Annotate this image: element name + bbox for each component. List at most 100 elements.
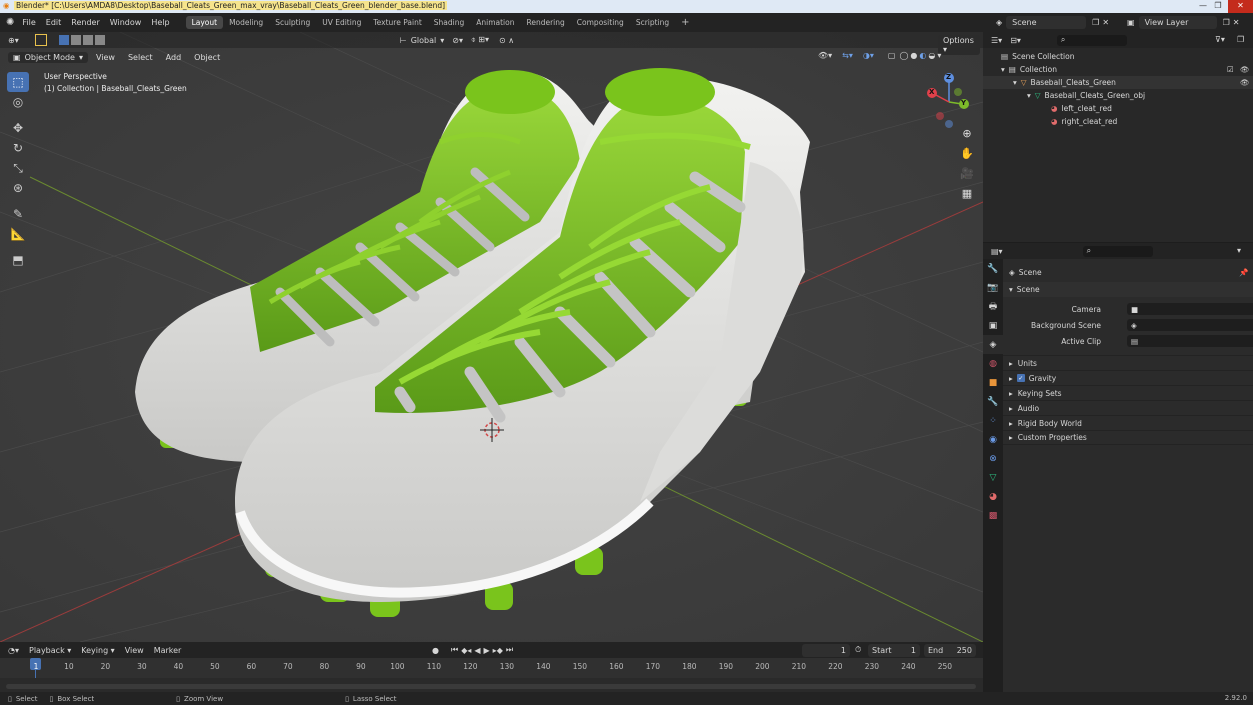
panel-rigid-body-world[interactable]: ▸ Rigid Body World <box>1003 415 1253 430</box>
panel-keying-sets[interactable]: ▸ Keying Sets <box>1003 385 1253 400</box>
clock-icon[interactable]: ⏱ <box>855 645 861 655</box>
move-tool-icon[interactable]: ✥ <box>7 118 29 138</box>
expand-arrow-icon[interactable]: ▾ <box>1027 91 1031 100</box>
perspective-toggle-icon[interactable]: ▦ <box>958 184 976 202</box>
tab-compositing[interactable]: Compositing <box>571 16 630 29</box>
new-scene-icon[interactable]: ❐ <box>1092 18 1099 27</box>
select-mode-icon[interactable] <box>34 34 47 46</box>
active-clip-field[interactable]: ▤ <box>1127 335 1253 347</box>
current-frame-field[interactable]: 1 <box>802 644 850 657</box>
menu-edit[interactable]: Edit <box>46 18 62 27</box>
panel-scene-header[interactable]: ▾ Scene <box>1003 282 1253 297</box>
add-workspace-icon[interactable]: + <box>675 15 695 30</box>
eye-icon[interactable]: 👁 <box>1240 65 1250 74</box>
measure-tool-icon[interactable]: 📐 <box>7 224 29 244</box>
menu-help[interactable]: Help <box>151 18 169 27</box>
menu-window[interactable]: Window <box>110 18 142 27</box>
object-tab-icon[interactable]: ■ <box>983 373 1003 392</box>
shading-solid-icon[interactable]: ● <box>910 51 917 60</box>
properties-search-input[interactable]: ⌕ <box>1082 245 1153 257</box>
menu-keying[interactable]: Keying ▾ <box>81 646 114 655</box>
outliner-row-mesh[interactable]: ▾ ▽ Baseball_Cleats_Green_obj <box>983 89 1253 102</box>
panel-custom-properties[interactable]: ▸ Custom Properties <box>1003 430 1253 445</box>
pin-icon[interactable]: 📌 <box>1239 268 1248 277</box>
add-cube-tool-icon[interactable]: ⬒ <box>7 250 29 270</box>
mode-extend-icon[interactable] <box>70 35 81 45</box>
play-reverse-icon[interactable]: ◀ <box>474 646 480 655</box>
material-tab-icon[interactable]: ◕ <box>983 487 1003 506</box>
outliner-editor-icon[interactable]: ☰▾ <box>991 36 1002 45</box>
new-view-layer-icon[interactable]: ❐ <box>1223 18 1230 27</box>
tab-modeling[interactable]: Modeling <box>223 16 269 29</box>
delete-view-layer-icon[interactable]: ✕ <box>1233 18 1240 27</box>
menu-file[interactable]: File <box>22 18 35 27</box>
outliner-row-material[interactable]: ◕ left_cleat_red <box>983 102 1253 115</box>
transform-orientation[interactable]: ⊢ Global ▾ <box>400 36 445 45</box>
menu-view[interactable]: View <box>125 646 144 655</box>
transform-tool-icon[interactable]: ⊛ <box>7 178 29 198</box>
physics-tab-icon[interactable]: ◉ <box>983 430 1003 449</box>
menu-marker[interactable]: Marker <box>154 646 182 655</box>
display-mode-icon[interactable]: ⊟▾ <box>1010 36 1021 45</box>
tool-tab-icon[interactable]: 🔧 <box>983 259 1003 278</box>
outliner-row-object[interactable]: ▾ ▽ Baseball_Cleats_Green 👁 <box>983 76 1253 89</box>
constraints-tab-icon[interactable]: ⊗ <box>983 449 1003 468</box>
gravity-checkbox[interactable]: ✓ <box>1016 374 1025 382</box>
menu-add[interactable]: Add <box>161 52 187 63</box>
timeline-editor-icon[interactable]: ◔▾ <box>8 646 19 655</box>
shading-rendered-icon[interactable]: ◒ <box>928 51 935 60</box>
minimize-button[interactable]: — <box>1196 0 1210 13</box>
tab-rendering[interactable]: Rendering <box>520 16 570 29</box>
camera-view-icon[interactable]: 🎥 <box>958 164 976 182</box>
mode-new-icon[interactable] <box>58 35 69 45</box>
scene-tab-icon[interactable]: ◈ <box>983 335 1003 354</box>
snap-icon[interactable]: ⌽ ⊞▾ <box>471 35 489 45</box>
view-layer-field[interactable]: View Layer <box>1138 16 1217 29</box>
timeline-scrollbar[interactable] <box>6 684 976 689</box>
blender-menu-icon[interactable]: ✺ <box>6 17 14 28</box>
xray-icon[interactable]: ▢ <box>888 51 896 60</box>
shading-options-icon[interactable]: ▾ <box>937 51 941 60</box>
modifier-tab-icon[interactable]: 🔧 <box>983 392 1003 411</box>
exclude-checkbox[interactable]: ☑ <box>1227 65 1234 74</box>
delete-scene-icon[interactable]: ✕ <box>1102 18 1109 27</box>
menu-render[interactable]: Render <box>71 18 99 27</box>
panel-units[interactable]: ▸ Units <box>1003 355 1253 370</box>
jump-end-icon[interactable]: ⏭ <box>506 645 513 655</box>
visibility-icon[interactable]: 👁▾ <box>818 51 832 60</box>
scene-field[interactable]: Scene <box>1006 16 1087 29</box>
record-icon[interactable]: ● <box>432 646 439 655</box>
data-tab-icon[interactable]: ▽ <box>983 468 1003 487</box>
expand-arrow-icon[interactable]: ▾ <box>1013 78 1017 87</box>
proportional-edit-icon[interactable]: ⊙ ∧ <box>499 36 514 45</box>
overlay-toggle-icon[interactable]: ◑▾ <box>863 51 874 60</box>
mode-subtract-icon[interactable] <box>82 35 93 45</box>
pan-hand-icon[interactable]: ✋ <box>958 144 976 162</box>
timeline-ruler[interactable]: 1 10 20 30 40 50 60 70 80 90 100 110 120 130 140 150 160… <box>0 658 983 678</box>
texture-tab-icon[interactable]: ▩ <box>983 506 1003 525</box>
menu-select[interactable]: Select <box>123 52 158 63</box>
tab-uv-editing[interactable]: UV Editing <box>316 16 367 29</box>
eye-icon[interactable]: 👁 <box>1240 78 1250 87</box>
prev-keyframe-icon[interactable]: ◆◂ <box>461 646 471 655</box>
rotate-tool-icon[interactable]: ↻ <box>7 138 29 158</box>
menu-playback[interactable]: Playback ▾ <box>29 646 71 655</box>
gizmo-toggle-icon[interactable]: ⇆▾ <box>842 51 853 60</box>
close-window-button[interactable]: ✕ <box>1228 0 1253 13</box>
view-layer-selector[interactable]: ▣ View Layer ❐ ✕ <box>1127 16 1239 29</box>
view-layer-tab-icon[interactable]: ▣ <box>983 316 1003 335</box>
select-tool-icon[interactable]: ⬚ <box>7 72 29 92</box>
editor-type-icon[interactable]: ⊕▾ <box>8 36 19 45</box>
tab-animation[interactable]: Animation <box>470 16 520 29</box>
panel-gravity[interactable]: ▸ ✓ Gravity <box>1003 370 1253 385</box>
next-keyframe-icon[interactable]: ▸◆ <box>493 646 503 655</box>
filter-icon[interactable]: ⊽▾ <box>1215 35 1225 44</box>
cursor-tool-icon[interactable]: ◎ <box>7 92 29 112</box>
new-collection-icon[interactable]: ❐ <box>1237 35 1244 44</box>
tab-scripting[interactable]: Scripting <box>630 16 675 29</box>
zoom-icon[interactable]: ⊕ <box>958 124 976 142</box>
background-scene-field[interactable]: ◈ <box>1127 319 1253 331</box>
shading-wireframe-icon[interactable]: ◯ <box>899 51 908 60</box>
3d-viewport[interactable]: Z X Y ⊕▾ ⊢ Global ▾ ⊘▾ ⌽ ⊞▾ ⊙ ∧ Options … <box>0 32 983 642</box>
world-tab-icon[interactable]: ◍ <box>983 354 1003 373</box>
